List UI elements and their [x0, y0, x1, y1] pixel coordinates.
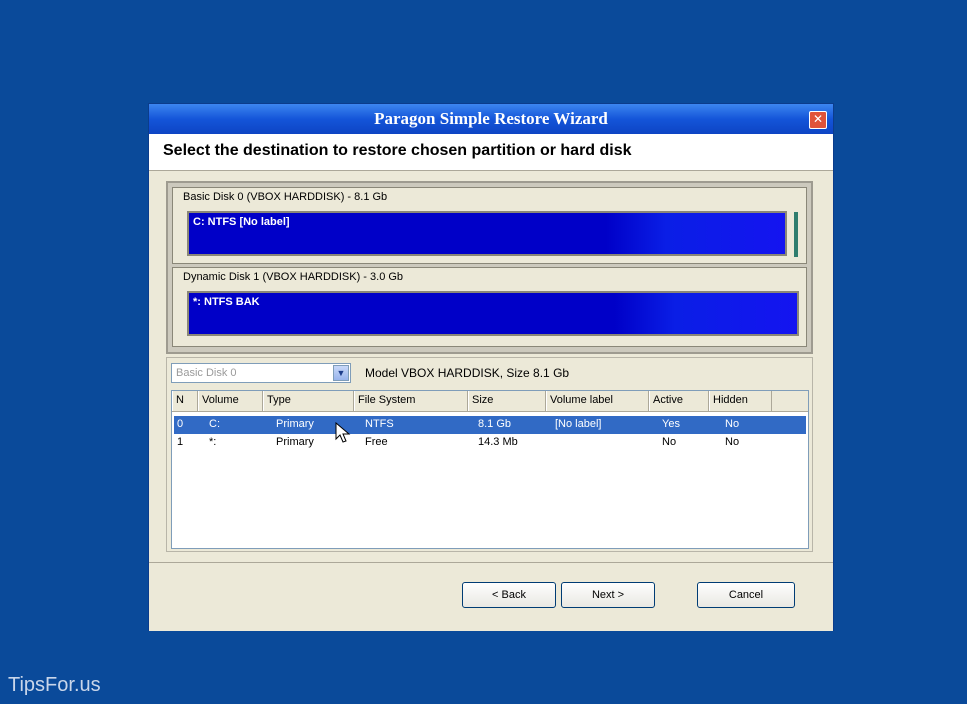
- partition-c[interactable]: C: NTFS [No label]: [187, 211, 787, 256]
- disk-select-value: Basic Disk 0: [176, 367, 237, 379]
- column-type[interactable]: Type: [263, 391, 354, 411]
- disk-select[interactable]: Basic Disk 0 ▼: [171, 363, 351, 383]
- close-icon[interactable]: ✕: [809, 111, 827, 129]
- column-active[interactable]: Active: [649, 391, 709, 411]
- disk-1-label: Dynamic Disk 1 (VBOX HARDDISK) - 3.0 Gb: [183, 271, 404, 283]
- button-bar: < Back Next > Cancel: [149, 562, 833, 631]
- cell-hidden: No: [725, 436, 740, 448]
- column-volume-label[interactable]: Volume label: [546, 391, 649, 411]
- cell-fs: NTFS: [365, 418, 394, 430]
- cancel-button[interactable]: Cancel: [697, 582, 795, 608]
- partition-table: N Volume Type File System Size Volume la…: [171, 390, 809, 549]
- table-row[interactable]: 0 C: Primary NTFS 8.1 Gb [No label] Yes …: [174, 416, 806, 434]
- cell-size: 8.1 Gb: [478, 418, 512, 430]
- table-header: N Volume Type File System Size Volume la…: [172, 391, 808, 412]
- partition-c-label: C: NTFS [No label]: [193, 216, 290, 228]
- partition-bak-label: *: NTFS BAK: [193, 296, 260, 308]
- scroll-indicator: [794, 212, 798, 257]
- column-file-system[interactable]: File System: [354, 391, 468, 411]
- wizard-header: Select the destination to restore chosen…: [149, 134, 833, 171]
- page-title: Select the destination to restore chosen…: [163, 142, 632, 159]
- column-volume[interactable]: Volume: [198, 391, 263, 411]
- model-info: Model VBOX HARDDISK, Size 8.1 Gb: [365, 366, 570, 380]
- column-hidden[interactable]: Hidden: [709, 391, 772, 411]
- disk-1[interactable]: Dynamic Disk 1 (VBOX HARDDISK) - 3.0 Gb …: [172, 267, 807, 347]
- cell-size: 14.3 Mb: [478, 436, 518, 448]
- partition-list-panel: Basic Disk 0 ▼ Model VBOX HARDDISK, Size…: [166, 357, 813, 552]
- cell-volume-label: [No label]: [555, 418, 602, 430]
- cell-n: 1: [177, 436, 184, 448]
- title-bar[interactable]: Paragon Simple Restore Wizard ✕: [149, 104, 833, 134]
- partition-bak[interactable]: *: NTFS BAK: [187, 291, 799, 336]
- back-button[interactable]: < Back: [462, 582, 556, 608]
- cell-active: No: [662, 436, 677, 448]
- mouse-pointer-icon: [335, 422, 351, 443]
- cell-n: 0: [177, 418, 184, 430]
- cell-fs: Free: [365, 436, 388, 448]
- cell-type: Primary: [276, 418, 314, 430]
- cell-hidden: No: [725, 418, 740, 430]
- disk-map: Basic Disk 0 (VBOX HARDDISK) - 8.1 Gb C:…: [166, 181, 813, 354]
- window-title: Paragon Simple Restore Wizard: [374, 109, 608, 128]
- cell-active: Yes: [662, 418, 680, 430]
- wizard-window: Paragon Simple Restore Wizard ✕ Select t…: [148, 103, 834, 631]
- watermark: TipsFor.us: [8, 674, 101, 696]
- next-button[interactable]: Next >: [561, 582, 655, 608]
- disk-0[interactable]: Basic Disk 0 (VBOX HARDDISK) - 8.1 Gb C:…: [172, 187, 807, 264]
- disk-0-label: Basic Disk 0 (VBOX HARDDISK) - 8.1 Gb: [183, 191, 388, 203]
- cell-volume: *:: [209, 436, 217, 448]
- cell-volume: C:: [209, 418, 220, 430]
- column-n[interactable]: N: [172, 391, 198, 411]
- cell-type: Primary: [276, 436, 314, 448]
- column-size[interactable]: Size: [468, 391, 546, 411]
- table-row[interactable]: 1 *: Primary Free 14.3 Mb No No: [174, 434, 806, 452]
- chevron-down-icon[interactable]: ▼: [333, 365, 349, 381]
